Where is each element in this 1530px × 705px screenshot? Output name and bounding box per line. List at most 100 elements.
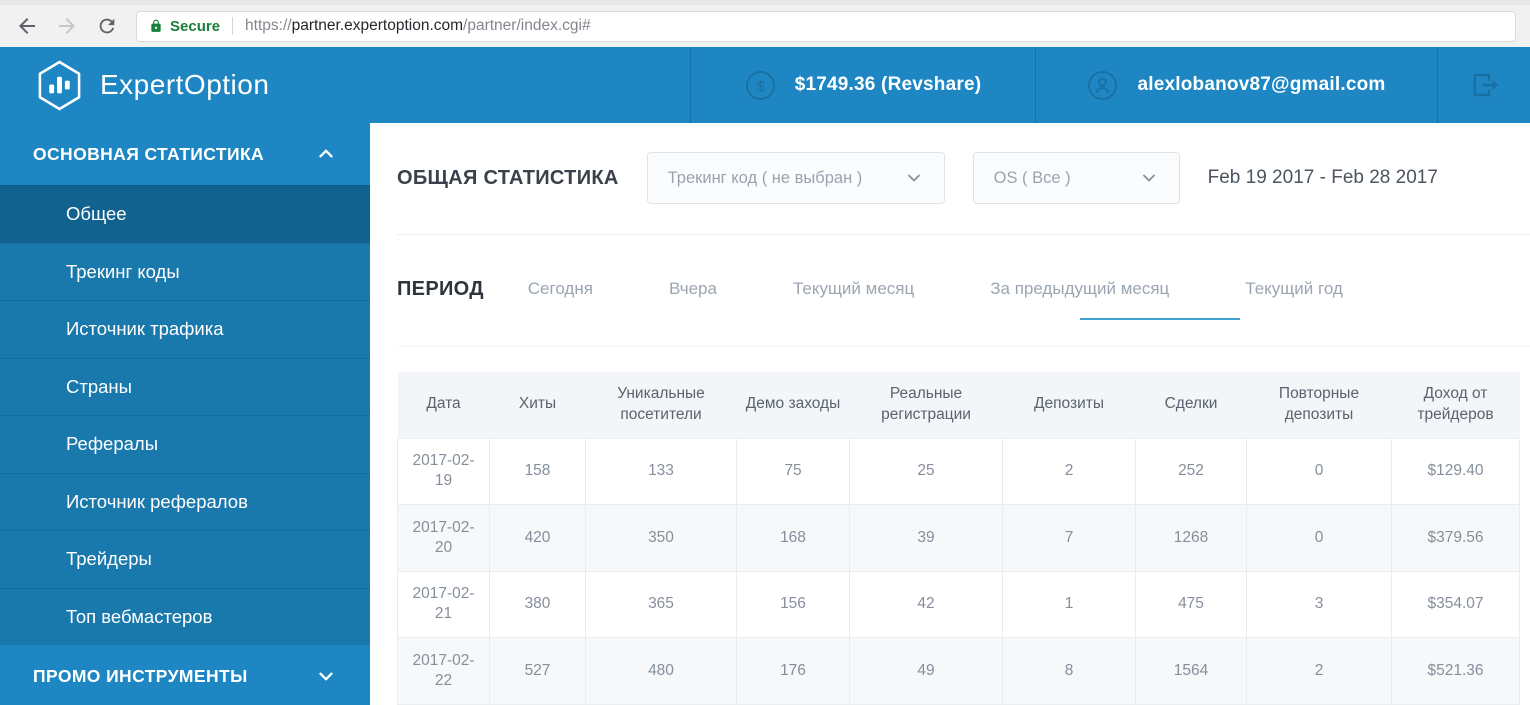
app-header: ExpertOption $ $1749.36 (Revshare) alexl… — [0, 47, 1530, 123]
chevron-down-icon — [904, 168, 924, 188]
url-host: partner.expertoption.com — [292, 17, 463, 34]
table-row: 2017-02-2042035016839712680$379.56 — [398, 505, 1520, 572]
table-cell: 380 — [490, 571, 586, 638]
sidebar-item-5[interactable]: Рефералы — [0, 415, 370, 473]
sidebar-item-3[interactable]: Источник трафика — [0, 300, 370, 358]
table-cell: 2 — [1003, 438, 1136, 505]
table-cell: 480 — [586, 638, 737, 705]
page-title: ОБЩАЯ СТАТИСТИКА — [397, 167, 619, 190]
refresh-button[interactable] — [90, 9, 124, 43]
sidebar-item-6[interactable]: Источник рефералов — [0, 473, 370, 531]
address-divider — [232, 17, 233, 35]
table-cell: 168 — [737, 505, 850, 572]
table-header-cell: Доход от трейдеров — [1392, 372, 1520, 438]
secure-label: Secure — [170, 18, 220, 35]
period-tab-1[interactable]: Сегодня — [528, 279, 593, 299]
forward-arrow-icon — [55, 14, 79, 38]
table-cell: 42 — [850, 571, 1003, 638]
os-value: OS ( Все ) — [994, 169, 1071, 188]
table-cell: 25 — [850, 438, 1003, 505]
url-text: https://partner.expertoption.com/partner… — [245, 17, 591, 35]
back-button[interactable] — [10, 9, 44, 43]
table-cell: 2017-02-19 — [398, 438, 490, 505]
brand-name: ExpertOption — [100, 69, 269, 101]
statistics-table: ДатаХитыУникальные посетителиДемо заходы… — [397, 372, 1520, 705]
sidebar-section-promo-tools[interactable]: ПРОМО ИНСТРУМЕНТЫ — [0, 645, 370, 705]
back-arrow-icon — [15, 14, 39, 38]
account-display: alexlobanov87@gmail.com — [1035, 47, 1437, 123]
table-body: 2017-02-19158133752522520$129.402017-02-… — [398, 438, 1520, 704]
sidebar-item-1[interactable]: Общее — [0, 185, 370, 243]
address-bar[interactable]: Secure https://partner.expertoption.com/… — [136, 11, 1516, 42]
svg-text:$: $ — [756, 78, 764, 94]
table-cell: 158 — [490, 438, 586, 505]
sidebar-item-7[interactable]: Трейдеры — [0, 530, 370, 588]
table-row: 2017-02-213803651564214753$354.07 — [398, 571, 1520, 638]
period-tab-3[interactable]: Текущий месяц — [793, 279, 914, 299]
period-label: ПЕРИОД — [397, 278, 484, 301]
table-cell: 39 — [850, 505, 1003, 572]
table-header-cell: Депозиты — [1003, 372, 1136, 438]
table-cell: 3 — [1247, 571, 1392, 638]
table-cell: 420 — [490, 505, 586, 572]
table-cell: 176 — [737, 638, 850, 705]
table-cell: $521.36 — [1392, 638, 1520, 705]
tracking-code-dropdown[interactable]: Трекинг код ( не выбран ) — [647, 152, 945, 204]
chevron-up-icon — [315, 143, 337, 165]
table-cell: 156 — [737, 571, 850, 638]
table-row: 2017-02-2252748017649815642$521.36 — [398, 638, 1520, 705]
sidebar-item-2[interactable]: Трекинг коды — [0, 243, 370, 301]
period-tab-4[interactable]: За предыдущий месяц — [990, 279, 1169, 299]
table-cell: 1268 — [1136, 505, 1247, 572]
sidebar-items: ОбщееТрекинг кодыИсточник трафикаСтраныР… — [0, 185, 370, 645]
table-cell: 2017-02-22 — [398, 638, 490, 705]
table-cell: 49 — [850, 638, 1003, 705]
sidebar-section-main-stats[interactable]: ОСНОВНАЯ СТАТИСТИКА — [0, 123, 370, 185]
table-cell: 2017-02-21 — [398, 571, 490, 638]
logout-button[interactable] — [1437, 47, 1530, 123]
table-cell: 527 — [490, 638, 586, 705]
table-cell: 1 — [1003, 571, 1136, 638]
table-cell: 365 — [586, 571, 737, 638]
sidebar-item-8[interactable]: Топ вебмастеров — [0, 588, 370, 646]
table-cell: $354.07 — [1392, 571, 1520, 638]
table-header-row: ДатаХитыУникальные посетителиДемо заходы… — [398, 372, 1520, 438]
user-icon — [1087, 70, 1118, 101]
sidebar-item-4[interactable]: Страны — [0, 358, 370, 416]
refresh-icon — [96, 15, 118, 37]
table-cell: 350 — [586, 505, 737, 572]
table-cell: 133 — [586, 438, 737, 505]
divider — [397, 346, 1530, 347]
os-dropdown[interactable]: OS ( Все ) — [973, 152, 1180, 204]
sidebar-section-label: ОСНОВНАЯ СТАТИСТИКА — [33, 144, 264, 165]
sidebar: ОСНОВНАЯ СТАТИСТИКА ОбщееТрекинг кодыИст… — [0, 123, 370, 705]
logout-icon — [1467, 68, 1501, 102]
table-row: 2017-02-19158133752522520$129.40 — [398, 438, 1520, 505]
table-cell: $129.40 — [1392, 438, 1520, 505]
table-cell: 2017-02-20 — [398, 505, 490, 572]
chevron-down-icon — [1139, 168, 1159, 188]
dollar-icon: $ — [745, 70, 776, 101]
period-tabs: Сегодня Вчера Текущий месяц За предыдущий м… — [528, 279, 1343, 299]
table-header-cell: Сделки — [1136, 372, 1247, 438]
period-tab-2[interactable]: Вчера — [669, 279, 717, 299]
table-header-cell: Демо заходы — [737, 372, 850, 438]
expertoption-logo-icon — [36, 60, 83, 111]
main-content: ОБЩАЯ СТАТИСТИКА Трекинг код ( не выбран… — [370, 123, 1530, 705]
forward-button[interactable] — [50, 9, 84, 43]
table-cell: 75 — [737, 438, 850, 505]
table-header-cell: Реальные регистрации — [850, 372, 1003, 438]
table-cell: 252 — [1136, 438, 1247, 505]
balance-amount: $1749.36 (Revshare) — [795, 74, 982, 96]
brand[interactable]: ExpertOption — [0, 47, 690, 123]
secure-badge[interactable]: Secure — [149, 18, 220, 35]
table-cell: $379.56 — [1392, 505, 1520, 572]
browser-chrome: Secure https://partner.expertoption.com/… — [0, 0, 1530, 47]
table-header-cell: Уникальные посетители — [586, 372, 737, 438]
divider — [397, 234, 1530, 235]
tracking-code-value: Трекинг код ( не выбран ) — [668, 169, 863, 188]
period-tab-5[interactable]: Текущий год — [1245, 279, 1343, 299]
balance-display: $ $1749.36 (Revshare) — [690, 47, 1035, 123]
table-cell: 475 — [1136, 571, 1247, 638]
date-range[interactable]: Feb 19 2017 - Feb 28 2017 — [1208, 167, 1438, 189]
